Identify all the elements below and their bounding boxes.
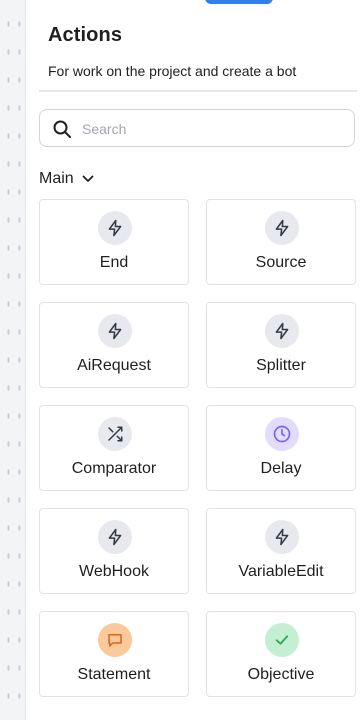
chevron-down-icon (82, 175, 94, 182)
action-label: AiRequest (77, 357, 151, 374)
actions-panel: Actions For work on the project and crea… (39, 0, 357, 720)
action-label: WebHook (79, 563, 149, 580)
lightning-icon (98, 520, 132, 554)
action-label: Splitter (256, 357, 306, 374)
action-card-comparator[interactable]: Comparator (39, 405, 189, 491)
section-toggle-main[interactable]: Main (39, 168, 94, 190)
action-card-source[interactable]: Source (206, 199, 356, 285)
action-label: Statement (77, 666, 151, 683)
lightning-icon (265, 520, 299, 554)
action-label: Source (255, 254, 307, 271)
clock-icon (265, 417, 299, 451)
shuffle-icon (98, 417, 132, 451)
action-label: VariableEdit (238, 563, 324, 580)
canvas-edge (0, 0, 26, 720)
action-grid: End Source AiRequest Splitter Comparator Dela… (39, 199, 357, 697)
action-card-variable-edit[interactable]: VariableEdit (206, 508, 356, 594)
panel-divider (25, 0, 26, 720)
action-label: Comparator (71, 460, 157, 477)
panel-subtitle: For work on the project and create a bot (48, 63, 297, 79)
lightning-icon (98, 211, 132, 245)
lightning-icon (265, 211, 299, 245)
panel-title: Actions (48, 24, 123, 46)
check-icon (265, 623, 299, 657)
section-label: Main (39, 170, 74, 187)
action-card-statement[interactable]: Statement (39, 611, 189, 697)
search-icon (53, 120, 71, 138)
action-card-ai-request[interactable]: AiRequest (39, 302, 189, 388)
action-card-splitter[interactable]: Splitter (206, 302, 356, 388)
action-label: Delay (260, 460, 302, 477)
search-box[interactable] (39, 109, 355, 147)
action-card-web-hook[interactable]: WebHook (39, 508, 189, 594)
header-divider (39, 90, 357, 92)
lightning-icon (265, 314, 299, 348)
search-input[interactable] (80, 116, 344, 142)
lightning-icon (98, 314, 132, 348)
action-card-end[interactable]: End (39, 199, 189, 285)
action-card-delay[interactable]: Delay (206, 405, 356, 491)
action-label: End (99, 254, 129, 271)
message-icon (98, 623, 132, 657)
action-card-objective[interactable]: Objective (206, 611, 356, 697)
action-label: Objective (247, 666, 315, 683)
